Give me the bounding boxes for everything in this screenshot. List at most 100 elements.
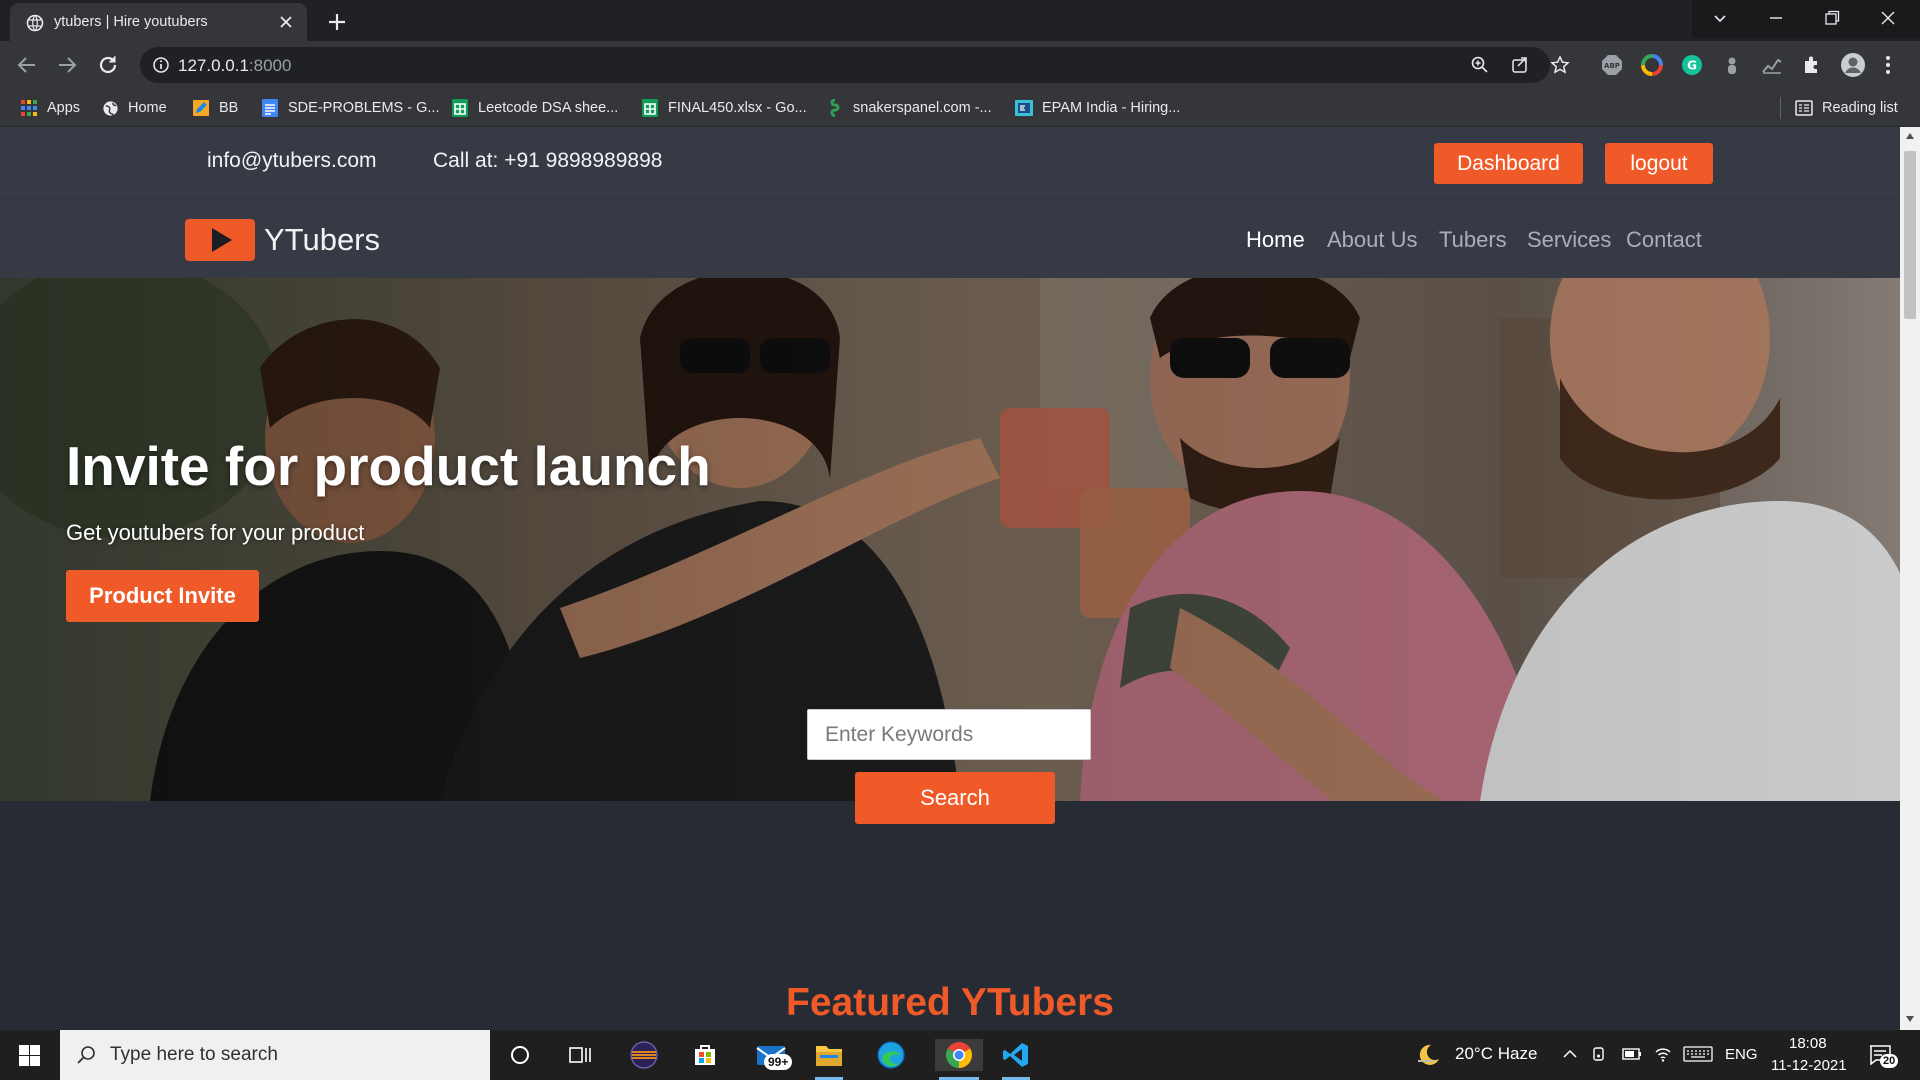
bookmark-label: Apps	[47, 100, 81, 116]
nav-tubers[interactable]: Tubers	[1439, 227, 1507, 253]
file-explorer-icon[interactable]	[811, 1039, 847, 1080]
bookmark-sde-problems[interactable]: SDE-PROBLEMS - G...	[261, 97, 439, 119]
clock-time[interactable]: 18:08	[1789, 1035, 1827, 1052]
menu-dots-icon[interactable]	[1883, 54, 1893, 76]
windows-taskbar: Type here to search 99+ 20°C Haze ENG 18…	[0, 1030, 1920, 1080]
minimize-icon[interactable]	[1766, 8, 1786, 28]
bookmark-leetcode[interactable]: Leetcode DSA shee...	[451, 97, 618, 119]
nav-home[interactable]: Home	[1246, 227, 1305, 253]
pencil-note-icon	[192, 99, 210, 117]
play-logo-icon[interactable]	[185, 219, 255, 261]
keyboard-icon[interactable]	[1683, 1046, 1713, 1062]
reading-list-icon	[1795, 99, 1813, 117]
back-icon[interactable]	[15, 53, 39, 77]
search-button[interactable]: Search	[855, 772, 1055, 824]
tab-search-icon[interactable]	[1710, 8, 1730, 28]
window-controls	[1692, 0, 1920, 38]
nav-contact[interactable]: Contact	[1626, 227, 1702, 253]
apps-grid-icon	[20, 99, 38, 117]
snake-icon	[826, 99, 844, 117]
reading-list-label: Reading list	[1822, 100, 1898, 116]
url-host: 127.0.0.1	[178, 56, 249, 75]
extension-icon[interactable]	[1721, 54, 1743, 76]
url-text: 127.0.0.1:8000	[178, 56, 291, 76]
google-docs-icon	[261, 99, 279, 117]
browser-tab-strip: ytubers | Hire youtubers	[0, 0, 1920, 41]
page-scrollbar[interactable]	[1900, 127, 1920, 1030]
taskbar-search-box[interactable]: Type here to search	[60, 1030, 490, 1080]
mail-app-icon[interactable]: 99+	[748, 1039, 796, 1071]
address-bar[interactable]: 127.0.0.1:8000	[140, 47, 1570, 83]
close-window-icon[interactable]	[1878, 8, 1898, 28]
bookmark-label: snakerspanel.com -...	[853, 100, 992, 116]
bookmark-label: Leetcode DSA shee...	[478, 100, 619, 116]
tab-title: ytubers | Hire youtubers	[54, 14, 208, 30]
profile-avatar-icon[interactable]	[1840, 52, 1866, 78]
chart-extension-icon[interactable]	[1761, 54, 1783, 76]
site-info-icon[interactable]	[152, 56, 170, 74]
browser-tab[interactable]: ytubers | Hire youtubers	[10, 3, 307, 41]
browser-toolbar: 127.0.0.1:8000 ABP G	[0, 41, 1920, 89]
bookmark-home[interactable]: Home	[101, 97, 167, 119]
wifi-icon[interactable]	[1654, 1045, 1672, 1063]
microsoft-store-icon[interactable]	[687, 1039, 723, 1071]
featured-ytubers-heading: Featured YTubers	[786, 981, 1114, 1024]
keywords-search-input[interactable]	[807, 709, 1091, 760]
hero-title: Invite for product launch	[66, 435, 711, 497]
adblock-extension-icon[interactable]: ABP	[1601, 54, 1623, 76]
globe-icon	[26, 14, 44, 32]
scroll-up-arrow-icon[interactable]	[1905, 132, 1915, 140]
bookmark-label: SDE-PROBLEMS - G...	[288, 100, 440, 116]
color-picker-extension-icon[interactable]	[1641, 54, 1663, 76]
nav-services[interactable]: Services	[1527, 227, 1611, 253]
share-icon[interactable]	[1510, 55, 1530, 75]
bookmark-bb[interactable]: BB	[192, 97, 238, 119]
scroll-thumb[interactable]	[1904, 151, 1916, 319]
bookmark-apps[interactable]: Apps	[20, 97, 80, 119]
task-view-icon[interactable]	[562, 1039, 598, 1071]
url-port: :8000	[248, 56, 292, 75]
eclipse-app-icon[interactable]	[626, 1039, 662, 1071]
zoom-icon[interactable]	[1470, 55, 1490, 75]
windows-start-icon[interactable]	[19, 1045, 40, 1066]
bookmark-star-icon[interactable]	[1550, 55, 1570, 75]
bookmark-epam[interactable]: EPAM India - Hiring...	[1015, 97, 1180, 119]
restore-icon[interactable]	[1822, 8, 1842, 28]
clock-date[interactable]: 11-12-2021	[1771, 1057, 1847, 1074]
logout-button[interactable]: logout	[1605, 143, 1713, 184]
bookmark-final450[interactable]: FINAL450.xlsx - Go...	[641, 97, 807, 119]
bookmark-snakerspanel[interactable]: snakerspanel.com -...	[826, 97, 992, 119]
product-invite-button[interactable]: Product Invite	[66, 570, 259, 622]
brand-logo-text[interactable]: YTubers	[264, 222, 380, 258]
taskbar-search-placeholder: Type here to search	[110, 1044, 278, 1065]
web-page: info@ytubers.com Call at: +91 9898989898…	[0, 127, 1900, 1030]
nav-about-us[interactable]: About Us	[1327, 227, 1418, 253]
reading-list-button[interactable]: Reading list	[1795, 97, 1898, 119]
forward-icon[interactable]	[55, 53, 79, 77]
language-indicator[interactable]: ENG	[1725, 1046, 1758, 1063]
svg-text:G: G	[1687, 59, 1697, 73]
bookmark-label: EPAM India - Hiring...	[1042, 100, 1181, 116]
vscode-icon[interactable]	[998, 1039, 1034, 1080]
battery-icon[interactable]	[1622, 1047, 1642, 1061]
weather-moon-icon[interactable]	[1415, 1042, 1441, 1068]
google-sheets-icon	[641, 99, 659, 117]
meet-now-icon[interactable]	[1592, 1046, 1608, 1062]
edge-browser-icon[interactable]	[873, 1039, 909, 1071]
chrome-browser-icon[interactable]	[935, 1039, 983, 1080]
epam-icon	[1015, 99, 1033, 117]
close-tab-icon[interactable]	[278, 14, 294, 30]
cortana-icon[interactable]	[502, 1039, 538, 1071]
scroll-down-arrow-icon[interactable]	[1905, 1015, 1915, 1023]
bookmark-label: BB	[219, 100, 239, 116]
reload-icon[interactable]	[96, 53, 120, 77]
show-hidden-icons-chevron-icon[interactable]	[1562, 1046, 1578, 1062]
dashboard-button[interactable]: Dashboard	[1434, 143, 1583, 184]
puzzle-extensions-icon[interactable]	[1801, 54, 1823, 76]
weather-text[interactable]: 20°C Haze	[1455, 1044, 1537, 1064]
google-sheets-icon	[451, 99, 469, 117]
globe-icon	[101, 99, 119, 117]
grammarly-extension-icon[interactable]: G	[1681, 54, 1703, 76]
notifications-icon[interactable]: 20	[1868, 1043, 1899, 1068]
new-tab-icon[interactable]	[324, 9, 350, 35]
